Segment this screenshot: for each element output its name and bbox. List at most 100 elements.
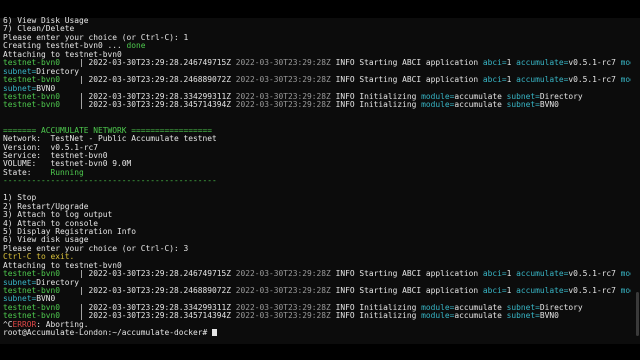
terminal-line: 6) View Disk Usage [3,17,631,25]
terminal-text: Version: v0.5.1-rc7 [3,143,99,152]
terminal-output: 6) View Disk Usage 7) Clean/Delete Please … [3,17,631,338]
terminal-text: v0.5.1-rc7 [568,76,621,85]
terminal-line: ======= ACCUMULATE NETWORK =============… [3,127,631,135]
terminal-text: 1 [506,270,517,279]
terminal-text: INFO Starting ABCI application [335,59,483,68]
terminal-line: ^CERROR: Aborting. [3,321,631,329]
terminal-text: testnet-bvn0 [3,76,61,85]
terminal-line: subnet=BVN0 [3,295,631,303]
terminal-text: module= [620,59,631,68]
terminal-text: 1 [506,76,517,85]
terminal-text: BVN0 [539,101,559,110]
terminal-text: 2022-03-30T23:29:28Z [235,59,336,68]
terminal-text: ======= ACCUMULATE NETWORK =============… [3,126,213,135]
terminal-text: abci= [482,76,507,85]
terminal-text: 2022-03-30T23:29:28Z [235,76,336,85]
terminal-text: testnet-bvn0 [3,92,61,101]
terminal-text: module= [421,101,455,110]
terminal-text: ^C [3,320,13,329]
terminal-text: INFO Starting ABCI application [335,270,483,279]
terminal-line: 2) Restart/Upgrade [3,203,631,211]
terminal-line: Attaching to testnet-bvn0 [3,262,631,270]
terminal-text: subnet= [506,92,540,101]
terminal-text: module= [421,303,455,312]
terminal-text: 3) Attach to log output [3,211,113,220]
terminal-line: Version: v0.5.1-rc7 [3,144,631,152]
terminal-text: subnet= [506,101,540,110]
terminal-line: State: Running [3,169,631,177]
terminal-line: Creating testnet-bvn0 ... done [3,42,631,50]
terminal-text: ----------------------------------------… [3,177,217,186]
terminal-text: Attaching to testnet-bvn0 [3,50,122,59]
terminal-text: | 2022-03-30T23:29:28.246749715Z [60,59,236,68]
terminal-text: 1 [506,287,517,295]
terminal-text: 2) Restart/Upgrade [3,202,89,211]
terminal-text: accumulate= [516,59,569,68]
terminal-text: v0.5.1-rc7 [568,287,621,295]
terminal-text: 1) Stop [3,194,37,203]
terminal-text: abci= [482,287,507,295]
terminal-text: : Aborting. [36,320,89,329]
terminal-text: testnet-bvn0 [3,303,61,312]
terminal-text: Ctrl-C to exit. [3,253,75,262]
terminal-line: testnet-bvn0 | 2022-03-30T23:29:28.24688… [3,287,631,295]
terminal-text: testnet-bvn0 [3,59,61,68]
text-cursor [212,329,218,337]
terminal-line: 6) View disk usage [3,236,631,244]
terminal-text: State: [3,168,51,177]
terminal-text: 5) Display Registration Info [3,227,137,236]
prompt-line[interactable]: root@Accumulate-London:~/accumulate-dock… [3,329,631,337]
terminal-text: INFO Initializing [335,101,422,110]
terminal-text: abci= [482,270,507,279]
terminal-text: subnet= [506,303,540,312]
terminal-line: Network: TestNet - Public Accumulate tes… [3,135,631,143]
terminal-text: | 2022-03-30T23:29:28.345714394Z [60,101,236,110]
terminal-text: Running [50,168,84,177]
terminal-line: Ctrl-C to exit. [3,253,631,261]
terminal-line: Please enter your choice (or Ctrl-C): 1 [3,34,631,42]
terminal-text: subnet= [506,312,540,321]
terminal-text: accumulate [454,303,507,312]
terminal-text: subnet= [3,278,37,287]
terminal-text: | 2022-03-30T23:29:28.334299311Z [60,303,236,312]
shell-prompt: root@Accumulate-London:~/accumulate-dock… [3,329,213,338]
terminal-line: Service: testnet-bvn0 [3,152,631,160]
terminal-line: 1) Stop [3,194,631,202]
terminal-line: testnet-bvn0 | 2022-03-30T23:29:28.33429… [3,304,631,312]
terminal-text: accumulate= [516,287,569,295]
terminal-text: Directory [36,278,80,287]
terminal-text: 2022-03-30T23:29:28Z [235,101,336,110]
terminal-text: Service: testnet-bvn0 [3,152,108,160]
terminal-text: done [126,42,146,51]
terminal-text: accumulate [454,101,507,110]
terminal-text: subnet= [3,67,37,76]
terminal-line: subnet=Directory [3,279,631,287]
terminal-scrollbar[interactable] [636,292,639,336]
terminal-text: ERROR [12,320,37,329]
terminal-text: BVN0 [36,84,56,93]
terminal-text: INFO Initializing [335,312,422,321]
terminal-text: subnet= [3,84,37,93]
terminal-text: Please enter your choice (or Ctrl-C): 1 [3,33,189,42]
terminal-text: 2022-03-30T23:29:28Z [235,92,336,101]
terminal-line: testnet-bvn0 | 2022-03-30T23:29:28.33429… [3,93,631,101]
terminal-text: 2022-03-30T23:29:28Z [235,270,336,279]
terminal-text: accumulate= [516,270,569,279]
top-letterbox [0,0,640,18]
terminal-text: v0.5.1-rc7 [568,270,621,279]
terminal-line: ----------------------------------------… [3,177,631,185]
terminal-text: module= [620,76,631,85]
terminal-text: module= [620,270,631,279]
terminal-text: 4) Attach to console [3,219,99,228]
terminal-text: | 2022-03-30T23:29:28.246889072Z [60,287,236,295]
terminal-text: subnet= [3,295,37,304]
terminal-text: BVN0 [539,312,559,321]
terminal-text: INFO Initializing [335,92,422,101]
terminal-text: 2022-03-30T23:29:28Z [235,303,336,312]
terminal-text: INFO Initializing [335,303,422,312]
terminal-window[interactable]: 6) View Disk Usage 7) Clean/Delete Please … [0,0,640,360]
terminal-line: subnet=BVN0 [3,85,631,93]
terminal-text: accumulate [454,312,507,321]
